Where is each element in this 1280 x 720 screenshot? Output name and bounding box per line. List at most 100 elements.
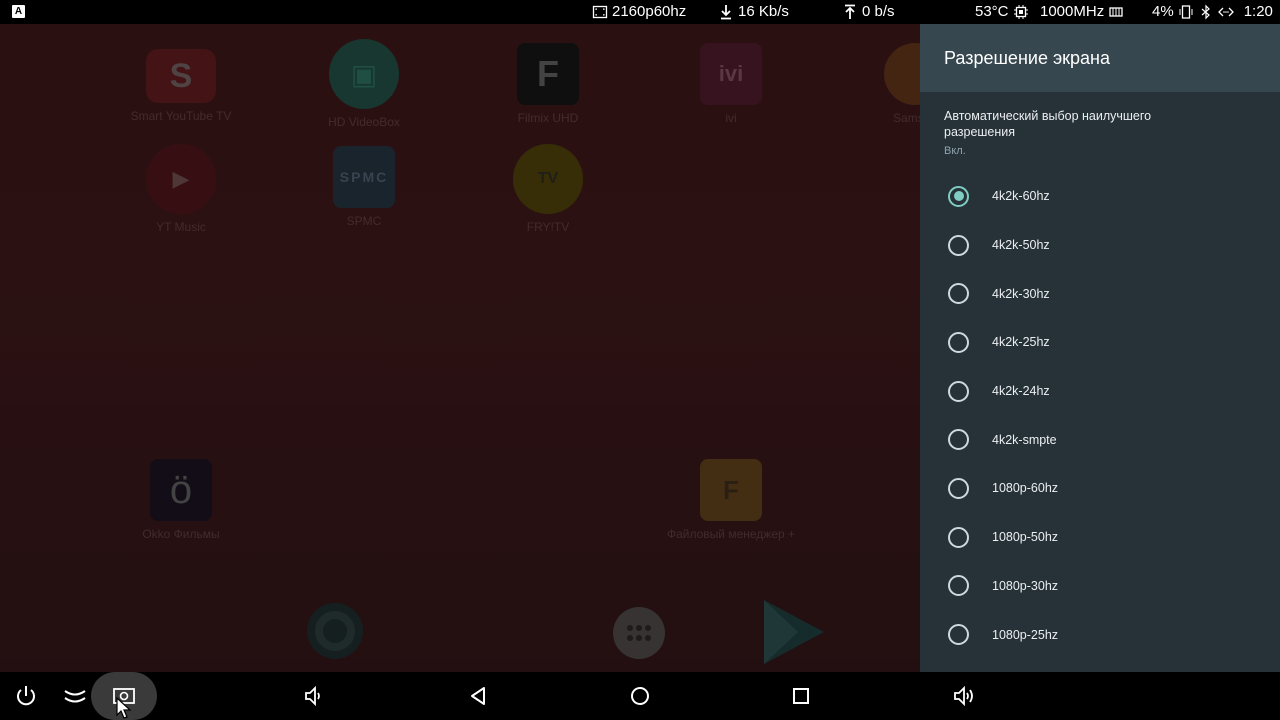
auto-resolution-title: Автоматический выбор наилучшего разрешен… [944, 109, 1152, 139]
resolution-option[interactable]: 4k2k-60hz [920, 172, 1280, 221]
battery-text: 4% [1152, 3, 1174, 20]
vibrate-icon [1179, 4, 1193, 19]
radio-unchecked-icon[interactable] [948, 575, 969, 597]
file-manager-icon: F [700, 459, 762, 521]
app-file-manager[interactable]: F Файловый менеджер + [651, 459, 811, 541]
ethernet-icon [1217, 7, 1234, 16]
resolution-option[interactable]: 1080p-30hz [920, 562, 1280, 611]
volume-up-button[interactable] [938, 672, 990, 720]
resolution-text: 2160p60hz [612, 3, 687, 20]
mouse-cursor-icon [116, 697, 132, 719]
radio-unchecked-icon[interactable] [948, 429, 969, 451]
resolution-option-label: 1080p-25hz [992, 627, 1059, 642]
app-label: Файловый менеджер + [666, 527, 796, 541]
volume-down-button[interactable] [288, 672, 340, 720]
upload-speed-text: 0 b/s [862, 3, 895, 20]
dock-settings-icon[interactable] [300, 596, 370, 671]
yt-music-icon: ▶ [146, 144, 216, 214]
resolution-panel: Разрешение экрана Автоматический выбор н… [920, 24, 1280, 672]
resolution-option[interactable]: 4k2k-50hz [920, 221, 1280, 270]
resolution-option[interactable]: 1080p-25hz [920, 610, 1280, 659]
panel-header: Разрешение экрана [920, 24, 1280, 92]
resolution-option[interactable]: 4k2k-25hz [920, 318, 1280, 367]
app-smart-youtube[interactable]: S Smart YouTube TV [101, 43, 261, 123]
resolution-option[interactable]: 4k2k-24hz [920, 367, 1280, 416]
radio-unchecked-icon[interactable] [948, 526, 969, 548]
radio-unchecked-icon[interactable] [948, 380, 969, 402]
volume-down-icon [305, 685, 320, 707]
resolution-option-label: 1080p-30hz [992, 578, 1059, 593]
screen-icon [592, 5, 608, 18]
app-hd-videobox[interactable]: ▣ HD VideoBox [284, 39, 444, 129]
home-button[interactable] [614, 672, 666, 720]
okko-icon: ö [150, 459, 212, 521]
resolution-option[interactable]: 1080p-60hz [920, 464, 1280, 513]
resolution-option-label: 4k2k-smpte [992, 432, 1057, 447]
collapse-icon [64, 690, 86, 703]
auto-resolution-setting[interactable]: Автоматический выбор наилучшего разрешен… [920, 92, 1280, 157]
bluetooth-icon [1201, 4, 1210, 19]
resolution-option-label: 4k2k-50hz [992, 238, 1050, 253]
ivi-icon: ivi [700, 43, 762, 105]
app-label: Okko Фильмы [142, 527, 220, 541]
radio-unchecked-icon[interactable] [948, 283, 969, 305]
app-filmix[interactable]: F Filmix UHD [468, 43, 628, 125]
radio-unchecked-icon[interactable] [948, 624, 969, 646]
temperature-text: 53°C [975, 3, 1009, 20]
navigation-bar [0, 672, 1280, 720]
resolution-option[interactable]: 4k2k-smpte [920, 415, 1280, 464]
download-speed-text: 16 Kb/s [738, 3, 789, 20]
status-bar: A 2160p60hz 16 Kb/s 0 b/s 53°C 1000MHz 4… [0, 0, 1280, 24]
app-frytv[interactable]: TV FRY!TV [468, 144, 628, 234]
resolution-option[interactable]: 4k2k-30hz [920, 269, 1280, 318]
app-yt-music[interactable]: ▶ YT Music [101, 144, 261, 234]
app-drawer-icon[interactable] [612, 606, 666, 665]
battery-indicator: 4% 1:20 [1152, 3, 1273, 20]
notification-a-icon: A [12, 5, 25, 18]
app-okko[interactable]: ö Okko Фильмы [101, 459, 261, 541]
memory-icon [1109, 6, 1123, 17]
frytv-icon: TV [513, 144, 583, 214]
filmix-icon: F [517, 43, 579, 105]
resolution-option-label: 1080p-50hz [992, 530, 1059, 545]
resolution-option[interactable]: 1080p-50hz [920, 513, 1280, 562]
download-speed: 16 Kb/s [718, 3, 789, 20]
temperature-indicator: 53°C [975, 3, 1029, 20]
radio-checked-icon[interactable] [948, 185, 969, 207]
smart-youtube-icon: S [146, 49, 216, 103]
home-screen: S Smart YouTube TV ▣ HD VideoBox F Filmi… [0, 24, 920, 672]
auto-resolution-status: Вкл. [944, 145, 966, 157]
resolution-list: 4k2k-60hz 4k2k-50hz 4k2k-30hz 4k2k-25hz 4k2k… [920, 172, 1280, 659]
download-icon [721, 4, 731, 19]
back-icon [471, 687, 485, 705]
panel-title: Разрешение экрана [944, 47, 1110, 68]
resolution-indicator: 2160p60hz [592, 3, 686, 20]
recents-button[interactable] [775, 672, 827, 720]
samsung-icon [884, 43, 920, 105]
app-label: SPMC [346, 214, 382, 228]
resolution-option-label: 4k2k-60hz [992, 189, 1050, 204]
radio-unchecked-icon[interactable] [948, 477, 969, 499]
resolution-option-label: 4k2k-25hz [992, 335, 1050, 350]
radio-unchecked-icon[interactable] [948, 234, 969, 256]
app-samsung[interactable]: Samsun [835, 43, 920, 125]
cpu-frequency: 1000MHz [1040, 3, 1124, 20]
power-button[interactable] [0, 672, 52, 720]
app-spmc[interactable]: SPMC SPMC [284, 146, 444, 228]
back-button[interactable] [452, 672, 504, 720]
cpu-freq-text: 1000MHz [1040, 3, 1105, 20]
app-label: YT Music [156, 220, 206, 234]
app-label: Filmix UHD [517, 111, 579, 125]
resolution-option-label: 4k2k-24hz [992, 384, 1050, 399]
hd-videobox-icon: ▣ [329, 39, 399, 109]
app-ivi[interactable]: ivi ivi [651, 43, 811, 125]
app-label: ivi [725, 111, 737, 125]
app-label: FRY!TV [526, 220, 570, 234]
app-label: HD VideoBox [328, 115, 400, 129]
radio-unchecked-icon[interactable] [948, 331, 969, 353]
resolution-option-label: 4k2k-30hz [992, 286, 1050, 301]
cpu-icon [1013, 4, 1028, 19]
play-store-icon[interactable] [758, 596, 828, 672]
upload-icon [845, 4, 855, 19]
upload-speed: 0 b/s [842, 3, 895, 20]
